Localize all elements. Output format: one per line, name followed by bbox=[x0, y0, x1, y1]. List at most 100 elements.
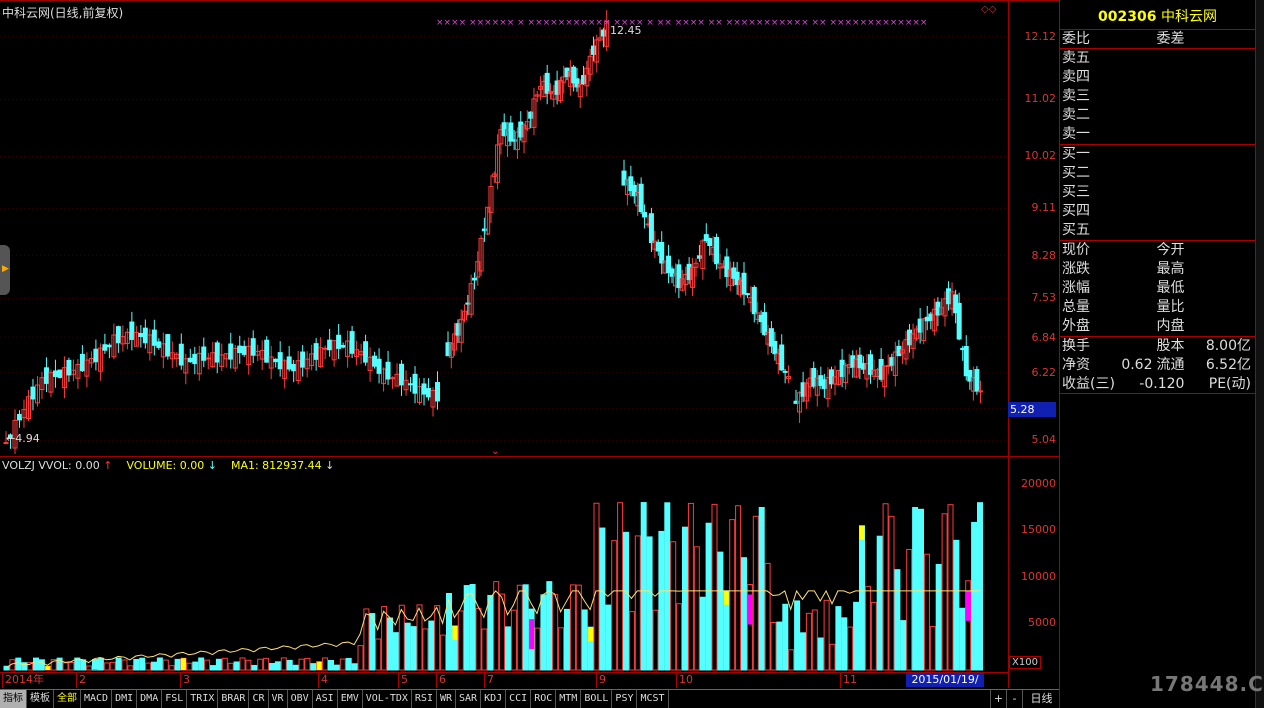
candle-body bbox=[779, 344, 785, 371]
zoom-out-button[interactable]: - bbox=[1006, 690, 1022, 708]
volume-bar bbox=[115, 657, 122, 671]
tab-roc[interactable]: ROC bbox=[531, 690, 557, 708]
volume-bar bbox=[788, 649, 795, 671]
tab-macd[interactable]: MACD bbox=[81, 690, 113, 708]
tab-kdj[interactable]: KDJ bbox=[481, 690, 507, 708]
tab-cr[interactable]: CR bbox=[249, 690, 269, 708]
stat-row-label2: 今开 bbox=[1156, 242, 1185, 258]
tab-sar[interactable]: SAR bbox=[456, 690, 482, 708]
weibi-label: 委比 bbox=[1062, 31, 1090, 47]
fin-label: 股本 bbox=[1156, 338, 1185, 354]
volume-chart[interactable] bbox=[0, 470, 1008, 672]
side-toolbar[interactable] bbox=[1256, 0, 1264, 708]
stock-name: 中科云网 bbox=[1160, 9, 1217, 25]
tab-emv[interactable]: EMV bbox=[338, 690, 363, 708]
price-gridlines bbox=[0, 36, 1008, 441]
price-axis-line bbox=[1008, 0, 1009, 688]
time-tick: 5 bbox=[398, 672, 408, 688]
volume-bar bbox=[121, 659, 128, 671]
fin-label: 净资 bbox=[1062, 357, 1090, 373]
tab-dmi[interactable]: DMI bbox=[112, 690, 138, 708]
volume-bar bbox=[841, 617, 848, 671]
time-tick: 9 bbox=[596, 672, 606, 688]
volume-bar bbox=[440, 634, 447, 671]
tab-mtm[interactable]: MTM bbox=[556, 690, 582, 708]
volume-bar bbox=[823, 599, 830, 671]
volume-bar bbox=[21, 662, 28, 671]
volume-bar bbox=[888, 515, 895, 671]
fin-value: 8.00亿 bbox=[1205, 338, 1251, 354]
fin-label: 流通 bbox=[1156, 357, 1185, 373]
candle-body bbox=[138, 332, 144, 338]
tab-全部[interactable]: 全部 bbox=[54, 690, 81, 708]
candlestick-chart[interactable] bbox=[0, 0, 1008, 456]
candle-body bbox=[956, 302, 962, 340]
signal-marker-row: ×××× ×××××× × ××××××××××× ×××× × ×× ××××… bbox=[436, 18, 928, 28]
volume-bar bbox=[109, 661, 116, 671]
volume-bar bbox=[139, 657, 146, 671]
volume-bar-highlight bbox=[181, 658, 186, 670]
expand-left-button[interactable]: ▶ bbox=[0, 245, 10, 295]
time-tick: 6 bbox=[436, 672, 446, 688]
price-tick: 12.12 bbox=[1024, 29, 1057, 43]
tab-obv[interactable]: OBV bbox=[288, 690, 313, 708]
candle-body bbox=[291, 363, 297, 372]
candle-body bbox=[129, 321, 135, 340]
volume-bar bbox=[133, 658, 140, 671]
zoom-in-button[interactable]: + bbox=[990, 690, 1006, 708]
candle-body bbox=[165, 334, 171, 357]
stat-row-label: 总量 bbox=[1062, 299, 1090, 315]
time-tick: 2 bbox=[76, 672, 86, 688]
time-tick: 11 bbox=[840, 672, 857, 688]
candle-body bbox=[707, 238, 713, 247]
candle-body bbox=[313, 343, 319, 360]
tab-psy[interactable]: PSY bbox=[612, 690, 638, 708]
candle-body bbox=[192, 353, 198, 365]
sell-orders: 卖五 卖四 卖三 卖二 卖一 bbox=[1060, 49, 1255, 145]
tab-vr[interactable]: VR bbox=[269, 690, 288, 708]
volume-bar bbox=[80, 659, 87, 671]
tab-brar[interactable]: BRAR bbox=[218, 690, 250, 708]
candle-body bbox=[79, 353, 85, 372]
price-tick: 6.22 bbox=[1031, 366, 1057, 380]
candle-body bbox=[648, 213, 654, 244]
tab-vol-tdx[interactable]: VOL-TDX bbox=[363, 690, 412, 708]
period-button[interactable]: 日线 bbox=[1022, 690, 1060, 708]
tab-指标[interactable]: 指标 bbox=[0, 690, 27, 708]
volume-bar bbox=[829, 643, 836, 671]
eps-label: 收益(三) bbox=[1062, 376, 1115, 392]
volume-bar bbox=[33, 657, 39, 671]
tab-cci[interactable]: CCI bbox=[506, 690, 532, 708]
volume-bar bbox=[227, 662, 234, 671]
tab-wr[interactable]: WR bbox=[437, 690, 457, 708]
tab-rsi[interactable]: RSI bbox=[412, 690, 437, 708]
tab-mcst[interactable]: MCST bbox=[637, 690, 669, 708]
buy-level-1-label: 买一 bbox=[1062, 146, 1090, 162]
volume-bar bbox=[741, 557, 747, 671]
volume-bar bbox=[882, 503, 889, 671]
candle-body bbox=[508, 122, 514, 142]
volume-bar bbox=[540, 594, 547, 671]
volume-bar bbox=[292, 664, 299, 671]
cursor-date-box: 2015/01/19/一 bbox=[906, 673, 984, 700]
candle-body bbox=[30, 386, 36, 400]
candle-body bbox=[205, 357, 211, 360]
indicator-tab-bar: 指标 模板 全部 MACD DMI DMA FSL TRIX BRAR CR VR OBV ASI EMV… bbox=[0, 689, 1060, 708]
tab-dma[interactable]: DMA bbox=[137, 690, 163, 708]
candle-body bbox=[426, 388, 432, 398]
tab-boll[interactable]: BOLL bbox=[581, 690, 613, 708]
volume-bar bbox=[634, 535, 641, 671]
time-tick: 4 bbox=[318, 672, 328, 688]
time-tick: 2014年 bbox=[2, 672, 44, 688]
tab-trix[interactable]: TRIX bbox=[187, 690, 219, 708]
sell-level-4: 卖四 bbox=[1060, 68, 1255, 87]
volume-bar bbox=[794, 600, 801, 671]
buy-level-4-label: 买四 bbox=[1062, 203, 1090, 219]
low-price-label: ←4.94 bbox=[6, 432, 40, 445]
tab-fsl[interactable]: FSL bbox=[162, 690, 188, 708]
tab-模板[interactable]: 模板 bbox=[27, 690, 54, 708]
tab-asi[interactable]: ASI bbox=[313, 690, 338, 708]
volume-bar bbox=[835, 606, 842, 671]
volume-bar bbox=[717, 551, 724, 671]
volume-bar bbox=[428, 620, 435, 671]
